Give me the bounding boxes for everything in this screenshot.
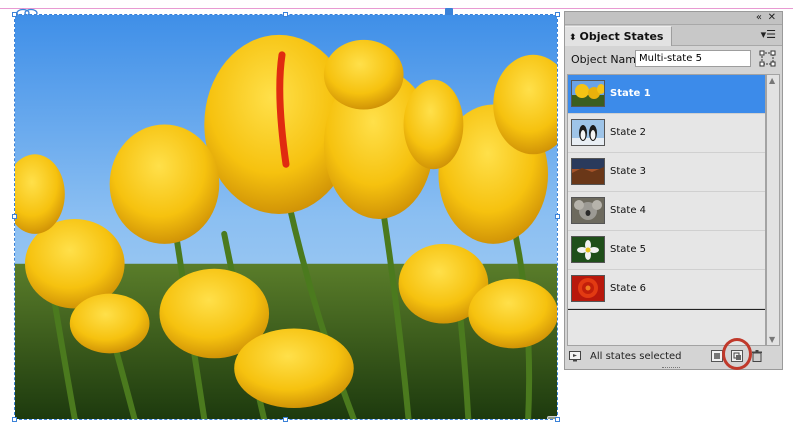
state-thumbnail: [571, 119, 605, 146]
double-chevron-icon[interactable]: «: [756, 12, 762, 23]
states-scrollbar[interactable]: ▲ ▼: [766, 74, 780, 346]
convert-to-buttons-icon[interactable]: [759, 50, 776, 67]
list-item-state-6[interactable]: State 6: [568, 270, 765, 309]
states-list: State 1 State 2 State 3 State 4 State 5: [567, 74, 766, 346]
handle-bl[interactable]: [12, 417, 17, 422]
tab-label: Object States: [579, 30, 664, 43]
list-end-divider: [568, 309, 765, 310]
tab-object-states[interactable]: ⬍ Object States: [565, 26, 673, 46]
list-item-state-1[interactable]: State 1: [568, 75, 765, 114]
list-item-state-5[interactable]: State 5: [568, 231, 765, 270]
handle-tr[interactable]: [555, 12, 560, 17]
panel-tab-bar: ⬍ Object States ▾☰: [565, 25, 782, 46]
expand-collapse-icon[interactable]: ⬍: [569, 33, 577, 43]
list-item-state-3[interactable]: State 3: [568, 153, 765, 192]
annotation-highlight-circle: [722, 338, 752, 370]
state-thumbnail: [571, 158, 605, 185]
handle-tm[interactable]: [283, 12, 288, 17]
panel-menu-icon[interactable]: ▾☰: [761, 28, 776, 41]
handle-mr[interactable]: [555, 214, 560, 219]
object-name-row: Object Name:: [565, 46, 782, 72]
object-states-panel: « ✕ ⬍Object States ▾☰ Object Name: State…: [564, 11, 783, 370]
tulips-photo: [15, 15, 557, 419]
state-thumbnail: [571, 236, 605, 263]
state-thumbnail: [571, 80, 605, 107]
state-label: State 3: [610, 166, 647, 177]
handle-ml[interactable]: [12, 214, 17, 219]
trash-icon[interactable]: [751, 350, 763, 362]
scroll-down-icon[interactable]: ▼: [769, 335, 775, 344]
scroll-up-icon[interactable]: ▲: [769, 76, 775, 85]
handle-bm[interactable]: [283, 417, 288, 422]
guide-line: [0, 8, 793, 9]
handle-tl[interactable]: [12, 12, 17, 17]
list-item-state-2[interactable]: State 2: [568, 114, 765, 153]
list-item-state-4[interactable]: State 4: [568, 192, 765, 231]
state-label: State 1: [610, 88, 651, 99]
status-text: All states selected: [590, 351, 682, 362]
state-label: State 2: [610, 127, 647, 138]
panel-title-bar[interactable]: « ✕: [565, 12, 782, 25]
multi-state-object-frame[interactable]: [14, 14, 558, 420]
close-icon[interactable]: ✕: [768, 12, 776, 23]
object-name-field[interactable]: [635, 50, 751, 67]
state-label: State 4: [610, 205, 647, 216]
state-label: State 5: [610, 244, 647, 255]
handle-br[interactable]: [555, 417, 560, 422]
state-thumbnail: [571, 197, 605, 224]
preview-icon[interactable]: [569, 350, 581, 362]
state-thumbnail: [571, 275, 605, 302]
state-label: State 6: [610, 283, 647, 294]
